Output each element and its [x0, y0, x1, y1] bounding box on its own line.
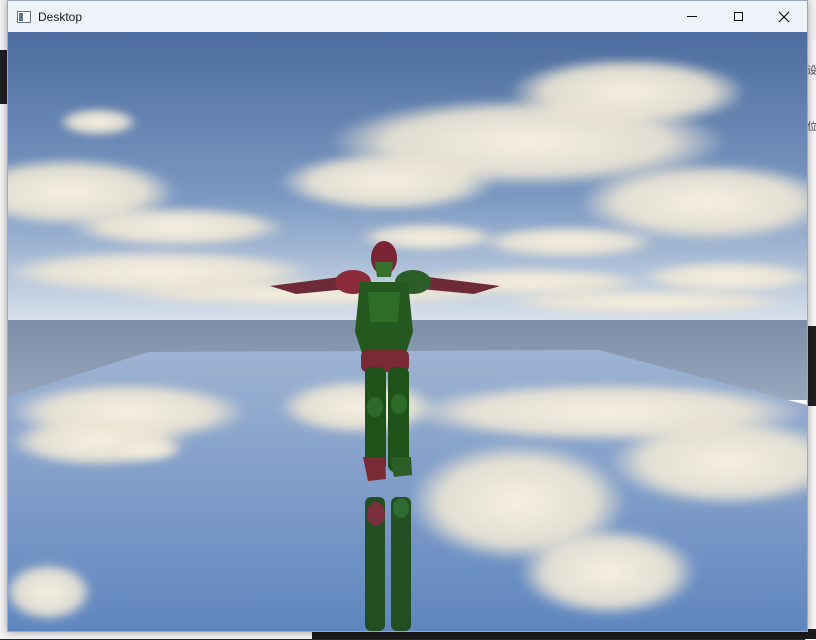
background-glyph: 设 — [807, 66, 816, 77]
title-bar[interactable]: Desktop — [8, 1, 807, 32]
background-glyph: 位 — [807, 122, 816, 133]
maximize-icon — [733, 12, 743, 21]
app-window: Desktop — [7, 0, 808, 632]
close-icon — [778, 11, 790, 22]
close-button[interactable] — [761, 1, 807, 32]
render-viewport[interactable] — [8, 32, 807, 631]
app-window-icon — [17, 10, 31, 23]
caption-buttons — [669, 1, 807, 32]
3d-scene[interactable] — [8, 32, 807, 631]
minimize-icon — [687, 16, 697, 17]
minimize-button[interactable] — [669, 1, 715, 32]
maximize-button[interactable] — [715, 1, 761, 32]
window-title: Desktop — [38, 9, 83, 24]
